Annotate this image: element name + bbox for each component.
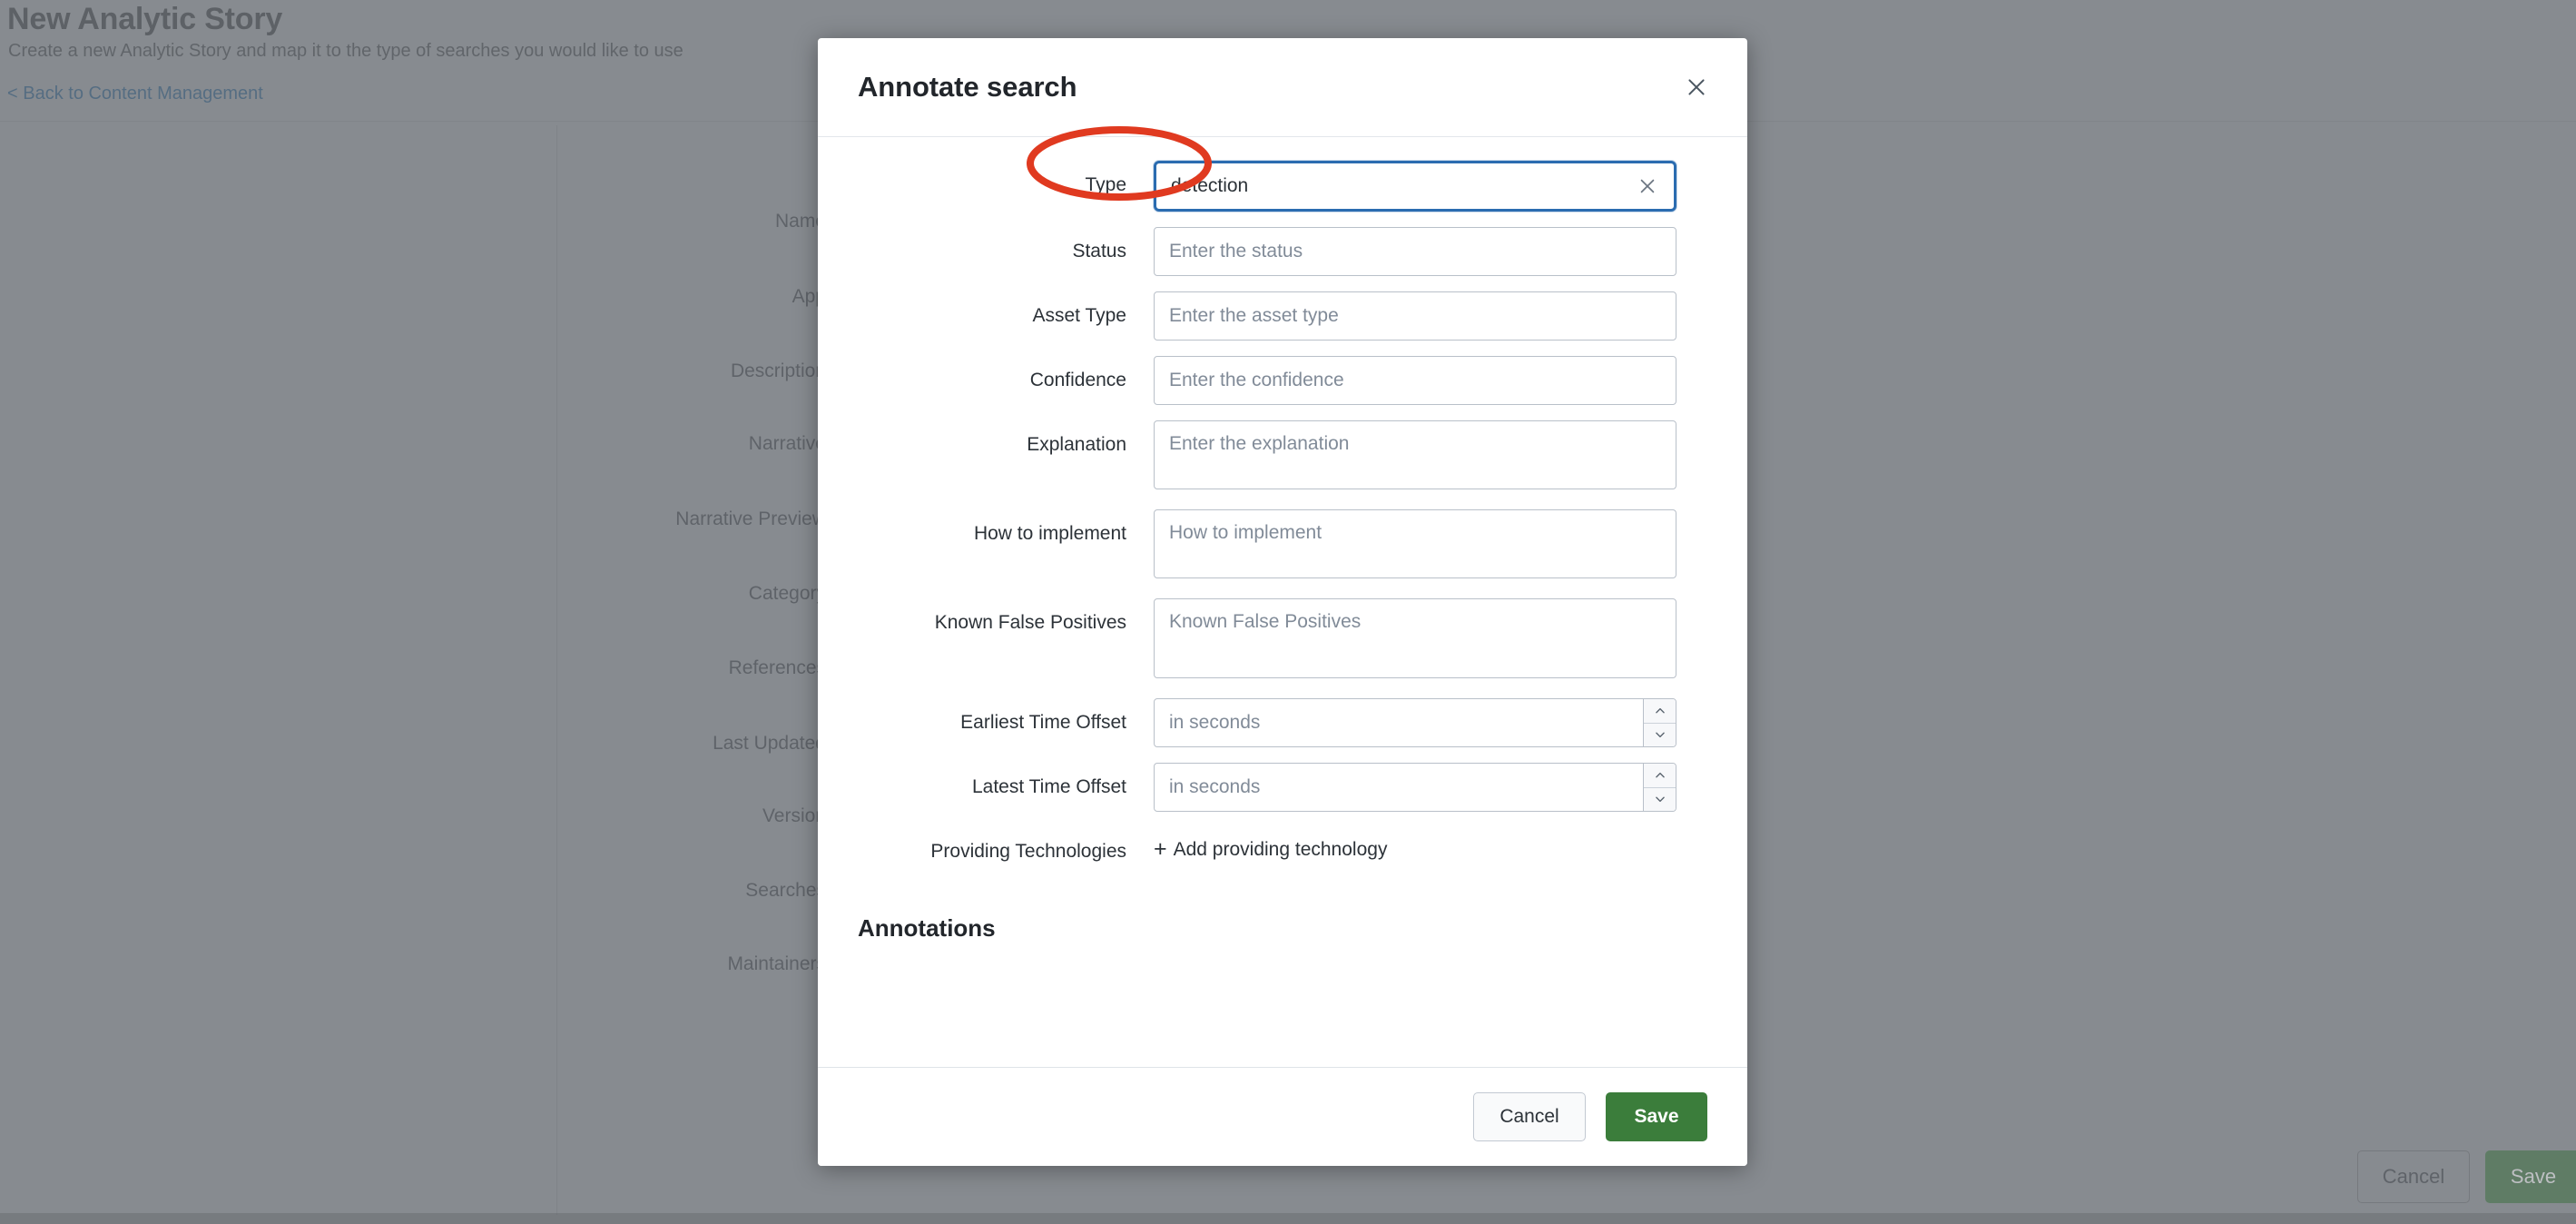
plus-icon: + — [1154, 838, 1167, 861]
background-field-label: Category — [563, 577, 826, 605]
background-field-label: App — [563, 280, 826, 308]
latest-time-offset-stepper — [1643, 764, 1676, 811]
field-row-providing-technologies: Providing Technologies + Add providing t… — [818, 827, 1747, 864]
earliest-time-offset-label: Earliest Time Offset — [818, 698, 1126, 735]
background-field-label: Maintainers — [563, 947, 826, 975]
field-row-asset-type: Asset Type — [818, 291, 1747, 341]
background-cancel-button[interactable]: Cancel — [2357, 1150, 2470, 1203]
field-row-type: Type — [818, 161, 1747, 212]
confidence-label: Confidence — [818, 356, 1126, 393]
clear-icon[interactable] — [1634, 173, 1661, 200]
back-link[interactable]: < Back to Content Management — [7, 84, 263, 104]
dialog-footer: Cancel Save — [818, 1068, 1747, 1166]
asset-type-input[interactable] — [1154, 291, 1676, 341]
chevron-down-icon[interactable] — [1644, 787, 1676, 812]
earliest-time-offset-stepper — [1643, 699, 1676, 746]
field-row-confidence: Confidence — [818, 356, 1747, 405]
field-row-earliest-time-offset: Earliest Time Offset — [818, 698, 1747, 747]
field-row-how-to-implement: How to implement — [818, 509, 1747, 583]
chevron-up-icon[interactable] — [1644, 699, 1676, 723]
form-divider — [556, 125, 557, 1215]
latest-time-offset-label: Latest Time Offset — [818, 763, 1126, 800]
background-field-label: Searches — [563, 874, 826, 902]
annotations-heading: Annotations — [818, 880, 1747, 943]
annotate-search-dialog: Annotate search Type — [818, 38, 1747, 1166]
field-row-explanation: Explanation — [818, 420, 1747, 494]
add-providing-technology-label: Add providing technology — [1174, 839, 1388, 861]
type-input[interactable] — [1156, 163, 1674, 209]
providing-technologies-label: Providing Technologies — [818, 827, 1126, 864]
add-providing-technology-button[interactable]: + Add providing technology — [1154, 827, 1387, 861]
asset-type-label: Asset Type — [818, 291, 1126, 329]
bottom-bar — [0, 1213, 2576, 1224]
confidence-input[interactable] — [1154, 356, 1676, 405]
background-field-label: Name — [563, 204, 826, 232]
status-input[interactable] — [1154, 227, 1676, 276]
type-input-wrapper — [1154, 161, 1676, 212]
page-title: New Analytic Story — [7, 2, 282, 37]
known-false-positives-label: Known False Positives — [818, 598, 1126, 636]
dialog-body: Type Status Asset Type — [818, 136, 1747, 1068]
background-field-label: Narrative — [563, 427, 826, 455]
cancel-button[interactable]: Cancel — [1473, 1092, 1586, 1141]
save-button[interactable]: Save — [1606, 1092, 1707, 1141]
background-field-label: Narrative Preview — [563, 502, 826, 530]
latest-time-offset-input[interactable] — [1154, 763, 1676, 812]
dialog-title: Annotate search — [858, 71, 1077, 104]
background-field-label: Last Updated — [563, 726, 826, 755]
status-label: Status — [818, 227, 1126, 264]
background-save-button[interactable]: Save — [2485, 1150, 2576, 1203]
background-field-label: Description — [563, 354, 826, 382]
how-to-implement-label: How to implement — [818, 509, 1126, 547]
explanation-label: Explanation — [818, 420, 1126, 458]
field-row-status: Status — [818, 227, 1747, 276]
dialog-header: Annotate search — [818, 38, 1747, 136]
field-row-known-false-positives: Known False Positives — [818, 598, 1747, 683]
background-field-label: References — [563, 651, 826, 679]
type-label: Type — [818, 161, 1126, 198]
earliest-time-offset-input[interactable] — [1154, 698, 1676, 747]
explanation-textarea[interactable] — [1154, 420, 1676, 489]
close-icon[interactable] — [1680, 71, 1713, 104]
field-row-latest-time-offset: Latest Time Offset — [818, 763, 1747, 812]
how-to-implement-textarea[interactable] — [1154, 509, 1676, 578]
chevron-up-icon[interactable] — [1644, 764, 1676, 787]
page-subtitle: Create a new Analytic Story and map it t… — [8, 41, 683, 62]
background-field-label: Version — [563, 799, 826, 827]
known-false-positives-textarea[interactable] — [1154, 598, 1676, 678]
chevron-down-icon[interactable] — [1644, 723, 1676, 747]
